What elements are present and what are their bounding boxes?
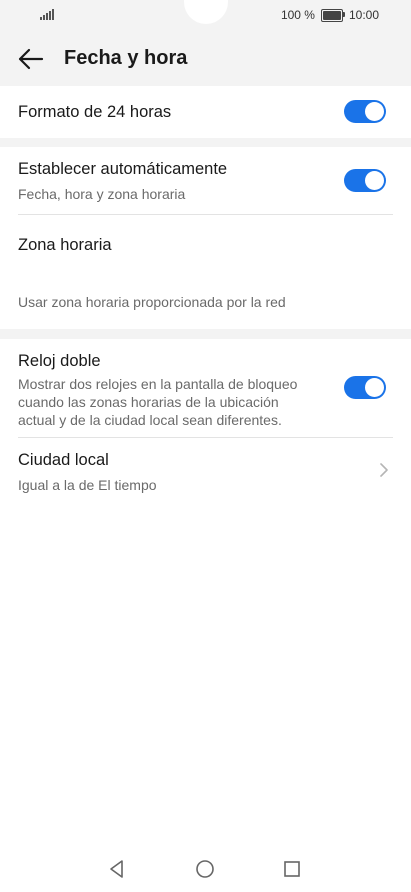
format-24h-toggle[interactable] (344, 100, 386, 123)
signal-icon (40, 9, 54, 20)
battery-icon (320, 8, 345, 22)
nav-home-button[interactable] (192, 856, 218, 882)
clock: 10:00 (348, 8, 379, 22)
top-app-bar: Fecha y hora (0, 32, 411, 86)
arrow-left-icon (18, 48, 44, 70)
home-circle-icon (196, 860, 214, 878)
dual-clock-subtitle-2: cuando las zonas horarias de la ubicació… (18, 394, 279, 410)
nav-recents-button[interactable] (279, 856, 305, 882)
dual-clock-subtitle-3: actual y de la ciudad local sean diferen… (18, 412, 282, 428)
dual-clock-row[interactable]: Reloj doble Mostrar dos relojes en la pa… (0, 339, 411, 437)
auto-time-toggle[interactable] (344, 169, 386, 192)
page-title: Fecha y hora (64, 47, 188, 69)
back-button[interactable] (14, 44, 48, 74)
system-navigation-bar (0, 844, 411, 892)
auto-time-title: Establecer automáticamente (18, 160, 228, 178)
auto-time-row[interactable]: Establecer automáticamente Fecha, hora y… (0, 147, 411, 214)
dual-clock-subtitle-1: Mostrar dos relojes en la pantalla de bl… (18, 376, 298, 392)
settings-screen: 100 % 10:00 Fecha y hora Formato de 24 h… (0, 0, 411, 892)
timezone-row[interactable]: Zona horaria Usar zona horaria proporcio… (0, 215, 411, 329)
dual-clock-title: Reloj doble (18, 352, 101, 370)
status-bar: 100 % 10:00 (0, 0, 411, 32)
back-triangle-icon (110, 860, 123, 878)
auto-time-card: Establecer automáticamente Fecha, hora y… (0, 147, 411, 329)
dual-clock-toggle[interactable] (344, 376, 386, 399)
camera-notch (184, 0, 228, 24)
local-city-title: Ciudad local (18, 451, 109, 469)
auto-time-subtitle: Fecha, hora y zona horaria (18, 186, 186, 202)
timezone-title: Zona horaria (18, 236, 112, 254)
chevron-right-icon (380, 463, 388, 477)
nav-back-button[interactable] (104, 856, 130, 882)
format-24h-card: Formato de 24 horas (0, 86, 411, 138)
format-24h-title: Formato de 24 horas (18, 103, 172, 121)
local-city-row[interactable]: Ciudad local Igual a la de El tiempo (0, 438, 411, 502)
status-right: 100 % 10:00 (281, 8, 379, 22)
recents-square-icon (284, 861, 300, 877)
battery-percent: 100 % (280, 8, 315, 22)
dual-clock-card: Reloj doble Mostrar dos relojes en la pa… (0, 339, 411, 844)
local-city-subtitle: Igual a la de El tiempo (18, 477, 157, 493)
timezone-subtitle: Usar zona horaria proporcionada por la r… (18, 294, 286, 310)
format-24h-row[interactable]: Formato de 24 horas (0, 86, 411, 138)
